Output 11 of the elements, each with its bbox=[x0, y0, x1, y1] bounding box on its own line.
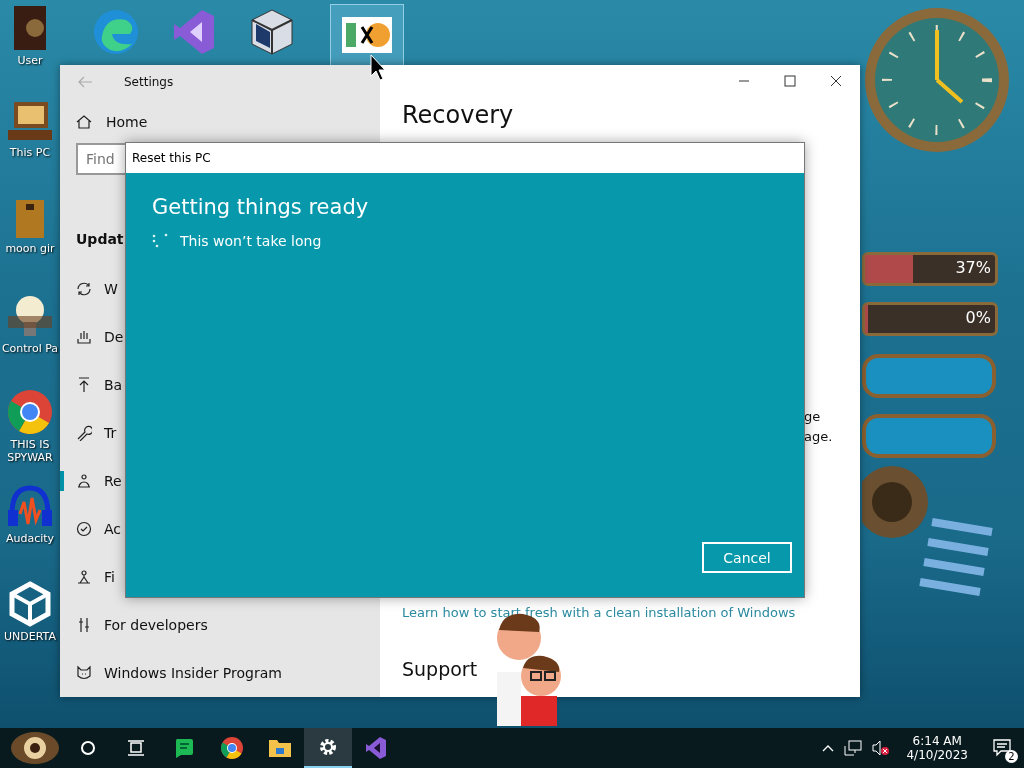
notification-count: 2 bbox=[1005, 750, 1018, 763]
section-heading: Support bbox=[402, 658, 479, 680]
status-text: This won’t take long bbox=[180, 233, 322, 249]
section-heading: Updat bbox=[76, 231, 124, 247]
description-text: ge bbox=[804, 408, 821, 426]
gauge-reading: 0% bbox=[965, 308, 991, 327]
dialog-heading: Getting things ready bbox=[152, 195, 370, 219]
page-heading: Recovery bbox=[402, 101, 515, 129]
description-text: age. bbox=[804, 428, 833, 446]
window-title: Settings bbox=[124, 75, 174, 89]
gauge-reading: 37% bbox=[955, 258, 991, 277]
